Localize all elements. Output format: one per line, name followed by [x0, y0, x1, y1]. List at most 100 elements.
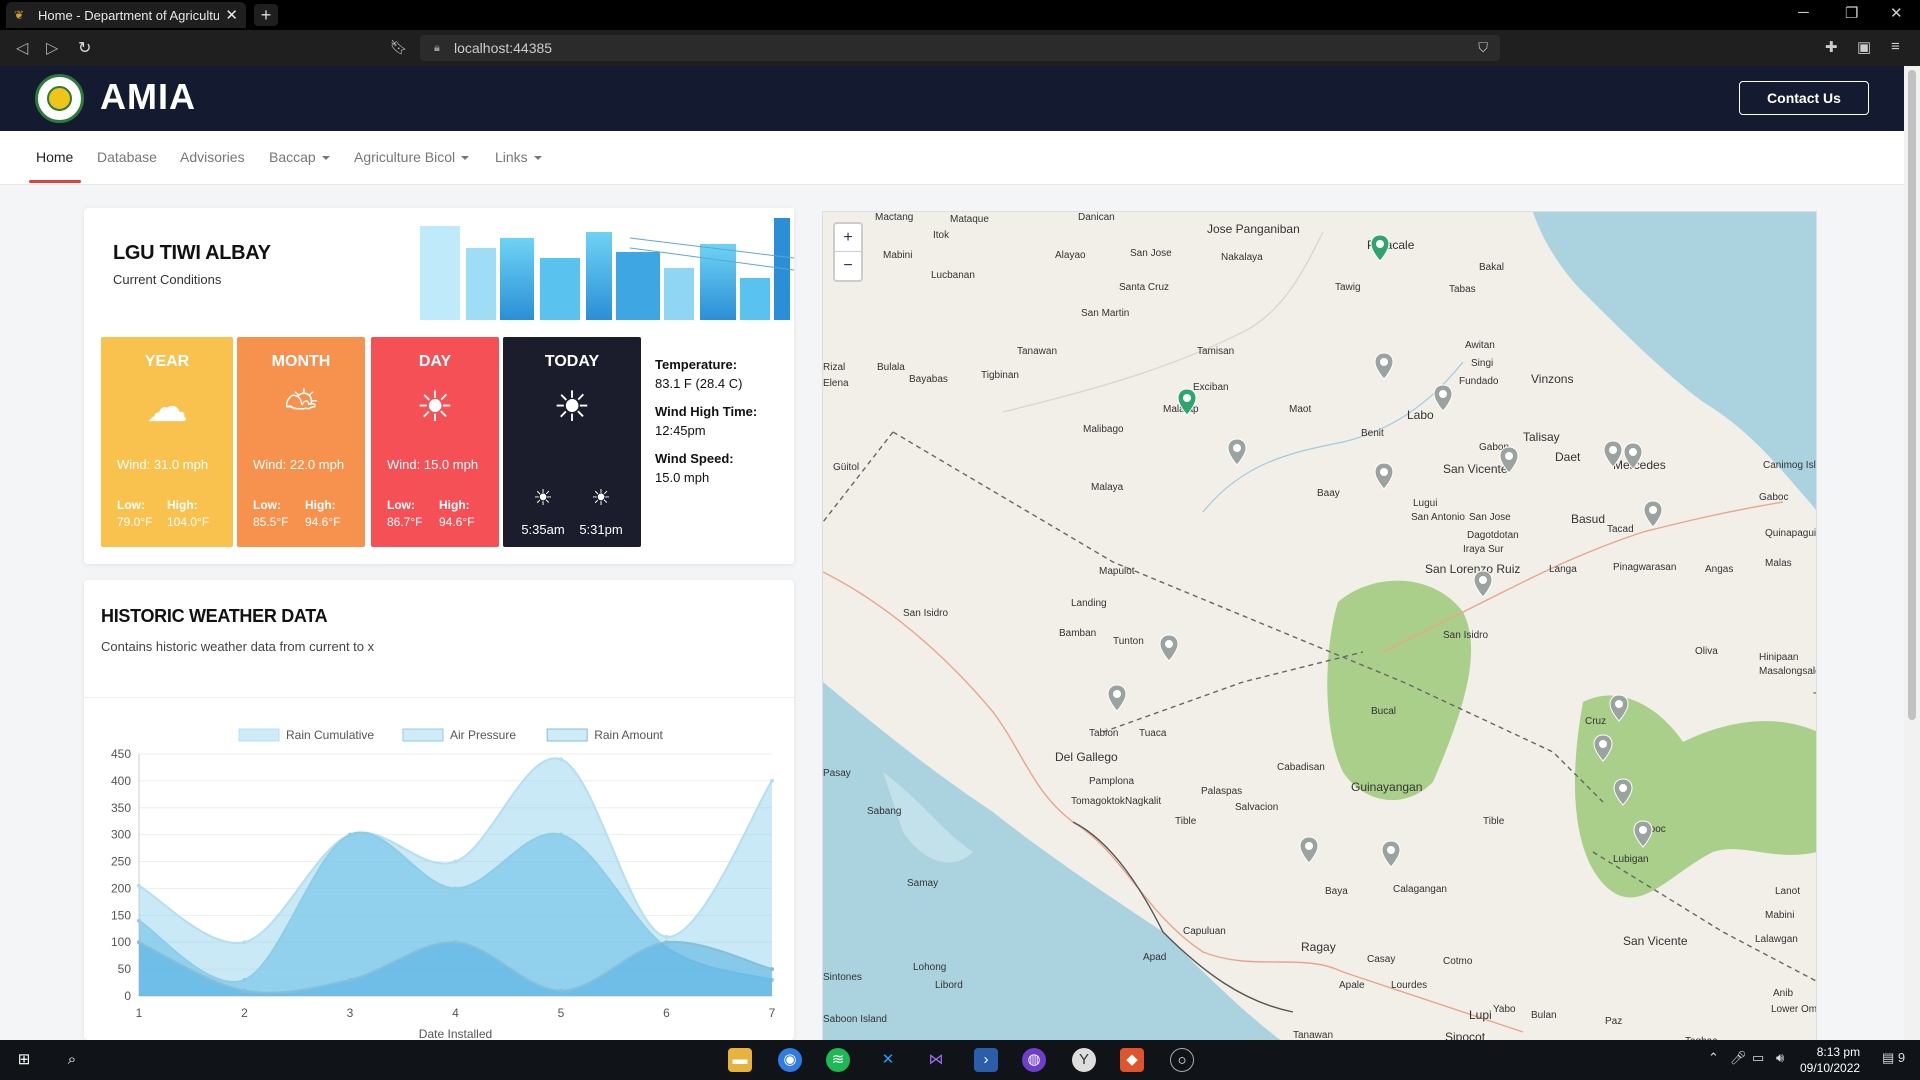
- zoom-out-button[interactable]: −: [835, 252, 861, 280]
- nav-baccap[interactable]: Baccap: [269, 149, 330, 165]
- github-desktop-icon[interactable]: ○: [1170, 1048, 1194, 1072]
- menu-icon[interactable]: ≡: [1891, 38, 1900, 55]
- tray-chevron-icon[interactable]: ⌃: [1708, 1050, 1719, 1066]
- day-label: DAY: [418, 353, 452, 370]
- chrome-icon[interactable]: ◉: [778, 1048, 802, 1072]
- map-marker-icon[interactable]: [1433, 384, 1453, 412]
- map-place-label: Rizal: [823, 362, 846, 373]
- map-place-label: Paz: [1605, 1016, 1623, 1027]
- map-marker-icon[interactable]: [1623, 442, 1643, 470]
- data-point: [770, 778, 774, 783]
- windows-start-icon[interactable]: ⊞: [12, 1048, 36, 1072]
- map-marker-icon[interactable]: [1643, 500, 1663, 528]
- notifications-icon[interactable]: ▤ 9: [1882, 1050, 1905, 1066]
- address-bar[interactable]: 🔒︎ localhost:44385 ⛉: [420, 35, 1500, 61]
- map-place-label: Güitol: [833, 462, 860, 473]
- main-nav: Home Database Advisories Baccap Agricult…: [0, 131, 1904, 185]
- page-scrollbar[interactable]: [1904, 66, 1920, 1040]
- map-place-label: Vinzons: [1531, 372, 1574, 386]
- map-place-label: Sabang: [867, 806, 902, 817]
- map-marker-icon[interactable]: [1381, 840, 1401, 868]
- map[interactable]: + − Mactang Mataque Danican Jose Panganiban…: [822, 211, 1817, 1041]
- data-point: [770, 967, 774, 972]
- month-low: Low: 85.5°F: [253, 497, 288, 531]
- forward-icon[interactable]: ▷: [46, 38, 58, 58]
- map-marker-icon[interactable]: [1609, 694, 1629, 722]
- map-marker-icon[interactable]: [1374, 352, 1394, 380]
- data-point: [242, 940, 247, 945]
- network-icon[interactable]: ▭: [1752, 1050, 1764, 1066]
- map-place-label: Pinagwarasan: [1613, 562, 1677, 573]
- search-icon[interactable]: ⌕: [60, 1048, 84, 1072]
- app-icon[interactable]: Y: [1072, 1048, 1096, 1072]
- nav-database[interactable]: Database: [97, 149, 157, 165]
- day-high: High: 94.6°F: [439, 497, 474, 531]
- map-marker-icon[interactable]: [1593, 734, 1613, 762]
- browser-tab[interactable]: ❦ Home - Department of Agricultu ✕: [6, 2, 246, 28]
- spotify-icon[interactable]: ≋: [826, 1048, 850, 1072]
- map-place-label: Pamplona: [1089, 776, 1135, 787]
- new-tab-button[interactable]: +: [254, 4, 278, 26]
- brave-shield-icon[interactable]: ⛉: [1478, 35, 1488, 61]
- map-place-label: Cotmo: [1443, 956, 1473, 967]
- low-value: 86.7°F: [387, 515, 423, 529]
- map-place-label: Anib: [1773, 988, 1794, 999]
- visual-studio-icon[interactable]: ⋈: [924, 1048, 948, 1072]
- map-marker-icon[interactable]: [1177, 388, 1197, 416]
- historic-subtitle: Contains historic weather data from curr…: [101, 639, 375, 654]
- back-icon[interactable]: ◁: [16, 38, 28, 58]
- bookmark-icon[interactable]: 🔖︎: [390, 39, 408, 56]
- minimize-icon[interactable]: ─: [1798, 4, 1809, 21]
- file-explorer-icon[interactable]: ▬: [728, 1048, 752, 1072]
- map-place-label: Lucbanan: [931, 270, 975, 281]
- map-marker-icon[interactable]: [1499, 446, 1519, 474]
- powershell-icon[interactable]: ›: [974, 1048, 998, 1072]
- map-place-label: San Jose: [1469, 512, 1511, 523]
- nav-advisories[interactable]: Advisories: [180, 149, 245, 165]
- map-place-label: Libord: [935, 980, 963, 991]
- map-marker-icon[interactable]: [1227, 438, 1247, 466]
- map-place-label: Salvacion: [1235, 802, 1279, 813]
- reload-icon[interactable]: ↻: [78, 38, 91, 58]
- scrollbar-thumb[interactable]: [1908, 70, 1916, 720]
- microphone-icon[interactable]: 🎤︎: [1730, 1050, 1747, 1066]
- map-place-label: Tigbinan: [981, 370, 1019, 381]
- browser-tab-bar: ❦ Home - Department of Agricultu ✕ + ─ ❐…: [0, 0, 1920, 30]
- map-marker-icon[interactable]: [1633, 820, 1653, 848]
- extensions-icon[interactable]: ✚: [1825, 38, 1838, 56]
- map-place-label: Mactang: [875, 212, 914, 223]
- nav-agriculture-bicol[interactable]: Agriculture Bicol: [354, 149, 470, 165]
- brave-icon[interactable]: ◆: [1120, 1048, 1144, 1072]
- map-marker-icon[interactable]: [1159, 634, 1179, 662]
- map-place-label: Santa Cruz: [1119, 282, 1170, 293]
- map-marker-icon[interactable]: [1473, 570, 1493, 598]
- nav-home[interactable]: Home: [36, 149, 73, 165]
- restore-icon[interactable]: ❐: [1845, 4, 1858, 22]
- sidebar-icon[interactable]: ▣: [1857, 38, 1871, 56]
- vscode-icon[interactable]: ✕: [876, 1048, 900, 1072]
- map-marker-icon[interactable]: [1613, 778, 1633, 806]
- map-marker-icon[interactable]: [1370, 234, 1390, 262]
- contact-us-button[interactable]: Contact Us: [1739, 81, 1869, 115]
- data-point: [559, 832, 563, 837]
- map-place-label: Landing: [1071, 598, 1107, 609]
- map-marker-icon[interactable]: [1107, 684, 1127, 712]
- volume-icon[interactable]: 🔊︎: [1776, 1050, 1784, 1066]
- map-place-label: Malaya: [1091, 482, 1124, 493]
- nav-links[interactable]: Links: [495, 149, 542, 165]
- map-place-label: Bakal: [1479, 262, 1505, 273]
- zoom-in-button[interactable]: +: [835, 224, 861, 252]
- map-marker-icon[interactable]: [1299, 836, 1319, 864]
- map-place-label: Langa: [1549, 564, 1577, 575]
- close-tab-icon[interactable]: ✕: [225, 6, 238, 24]
- github-icon[interactable]: ◍: [1022, 1048, 1046, 1072]
- map-place-label: Pasay: [823, 768, 851, 779]
- close-window-icon[interactable]: ✕: [1890, 4, 1903, 22]
- system-clock[interactable]: 8:13 pm 09/10/2022: [1800, 1044, 1860, 1076]
- map-marker-icon[interactable]: [1374, 462, 1394, 490]
- temperature-label: Temperature:: [655, 357, 738, 372]
- map-marker-icon[interactable]: [1603, 440, 1623, 468]
- data-point: [137, 883, 141, 888]
- month-wind: Wind: 22.0 mph: [253, 457, 353, 472]
- wind-value: 15.0 mph: [423, 457, 479, 472]
